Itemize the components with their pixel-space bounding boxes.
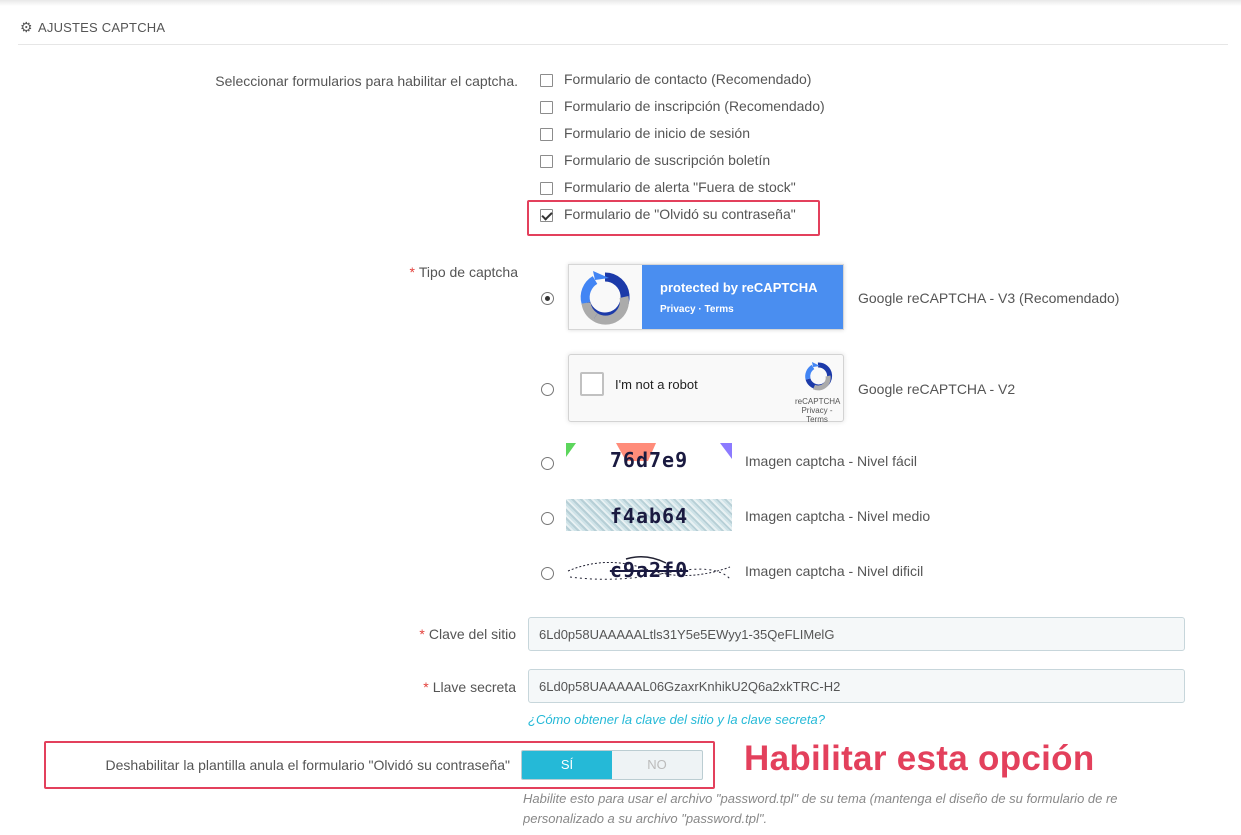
captcha-code-medium: f4ab64 [609, 504, 689, 528]
recaptcha-small-logo-icon [803, 361, 833, 396]
override-help-text: Habilite esto para usar el archivo "pass… [523, 791, 1118, 826]
secret-key-label: * Llave secreta [423, 679, 516, 695]
panel-header: ⚙ AJUSTES CAPTCHA [18, 14, 1228, 45]
recaptcha-v3-links[interactable]: Privacy · Terms [660, 304, 734, 315]
override-switch[interactable]: SÍ NO [521, 750, 703, 780]
recaptcha-v3-badge: protected by reCAPTCHA Privacy · Terms [568, 264, 844, 330]
recaptcha-v3-banner: protected by reCAPTCHA Privacy · Terms [642, 265, 843, 329]
form-option-label: Formulario de "Olvidó su contraseña" [564, 206, 796, 222]
radio-image-medium[interactable] [541, 512, 554, 525]
radio-image-hard[interactable] [541, 567, 554, 580]
captcha-code-easy: 76d7e9 [609, 448, 689, 472]
override-label: Deshabilitar la plantilla anula el formu… [105, 757, 510, 773]
form-option-label: Formulario de contacto (Recomendado) [564, 71, 812, 87]
checkbox[interactable] [540, 155, 553, 168]
option-label-v3: Google reCAPTCHA - V3 (Recomendado) [858, 290, 1120, 306]
option-label-medium: Imagen captcha - Nivel medio [745, 508, 931, 524]
site-key-input[interactable]: 6Ld0p58UAAAAALtls31Y5e5EWyy1-35QeFLIMelG [528, 617, 1185, 651]
recaptcha-v2-widget: I'm not a robot reCAPTCHA Privacy - Terms [568, 354, 844, 424]
form-option-label: Formulario de alerta "Fuera de stock" [564, 179, 796, 195]
help-link-keys[interactable]: ¿Cómo obtener la clave del sitio y la cl… [528, 712, 825, 727]
form-option-label: Formulario de inicio de sesión [564, 125, 750, 141]
checkbox[interactable] [540, 74, 553, 87]
panel-title: AJUSTES CAPTCHA [38, 20, 166, 35]
radio-recaptcha-v2[interactable] [541, 383, 554, 396]
annotation-callout: Habilitar esta opción [744, 739, 1095, 778]
required-mark: * [419, 626, 425, 642]
recaptcha-v3-title: protected by reCAPTCHA [660, 280, 818, 295]
checkbox[interactable] [540, 182, 553, 195]
option-label-hard: Imagen captcha - Nivel dificil [745, 563, 924, 579]
forms-label: Seleccionar formularios para habilitar e… [215, 73, 518, 89]
secret-key-input[interactable]: 6Ld0p58UAAAAAL06GzaxrKnhikU2Q6a2xkTRC-H2 [528, 669, 1185, 703]
radio-image-easy[interactable] [541, 457, 554, 470]
required-mark: * [409, 264, 415, 280]
form-option-label: Formulario de inscripción (Recomendado) [564, 98, 825, 114]
recaptcha-v2-checkbox[interactable] [580, 372, 604, 396]
recaptcha-v2-brand: reCAPTCHA Privacy - Terms [795, 397, 841, 424]
gear-icon: ⚙ [20, 19, 33, 35]
captcha-image-easy: 76d7e9 [566, 443, 732, 475]
checkbox[interactable] [540, 101, 553, 114]
form-option-label: Formulario de suscripción boletín [564, 152, 771, 168]
radio-recaptcha-v3[interactable] [541, 292, 554, 305]
option-label-v2: Google reCAPTCHA - V2 [858, 381, 1016, 397]
captcha-code-hard: c9a2f0 [609, 558, 689, 582]
checkbox-checked[interactable] [540, 209, 553, 222]
recaptcha-logo-icon [569, 265, 642, 329]
required-mark: * [423, 679, 429, 695]
captcha-type-label: * Tipo de captcha [300, 264, 518, 280]
captcha-settings-panel: ⚙ AJUSTES CAPTCHA Seleccionar formulario… [0, 0, 1241, 835]
captcha-image-medium: f4ab64 [566, 499, 732, 531]
panel-top-shadow [0, 0, 1241, 6]
switch-yes[interactable]: SÍ [522, 751, 612, 779]
recaptcha-v2-text: I'm not a robot [615, 377, 698, 392]
site-key-label: * Clave del sitio [419, 626, 516, 642]
checkbox[interactable] [540, 128, 553, 141]
switch-no[interactable]: NO [612, 751, 702, 779]
option-label-easy: Imagen captcha - Nivel fácil [745, 453, 917, 469]
captcha-image-hard: c9a2f0 [566, 553, 732, 585]
captcha-type-text: Tipo de captcha [418, 264, 518, 280]
